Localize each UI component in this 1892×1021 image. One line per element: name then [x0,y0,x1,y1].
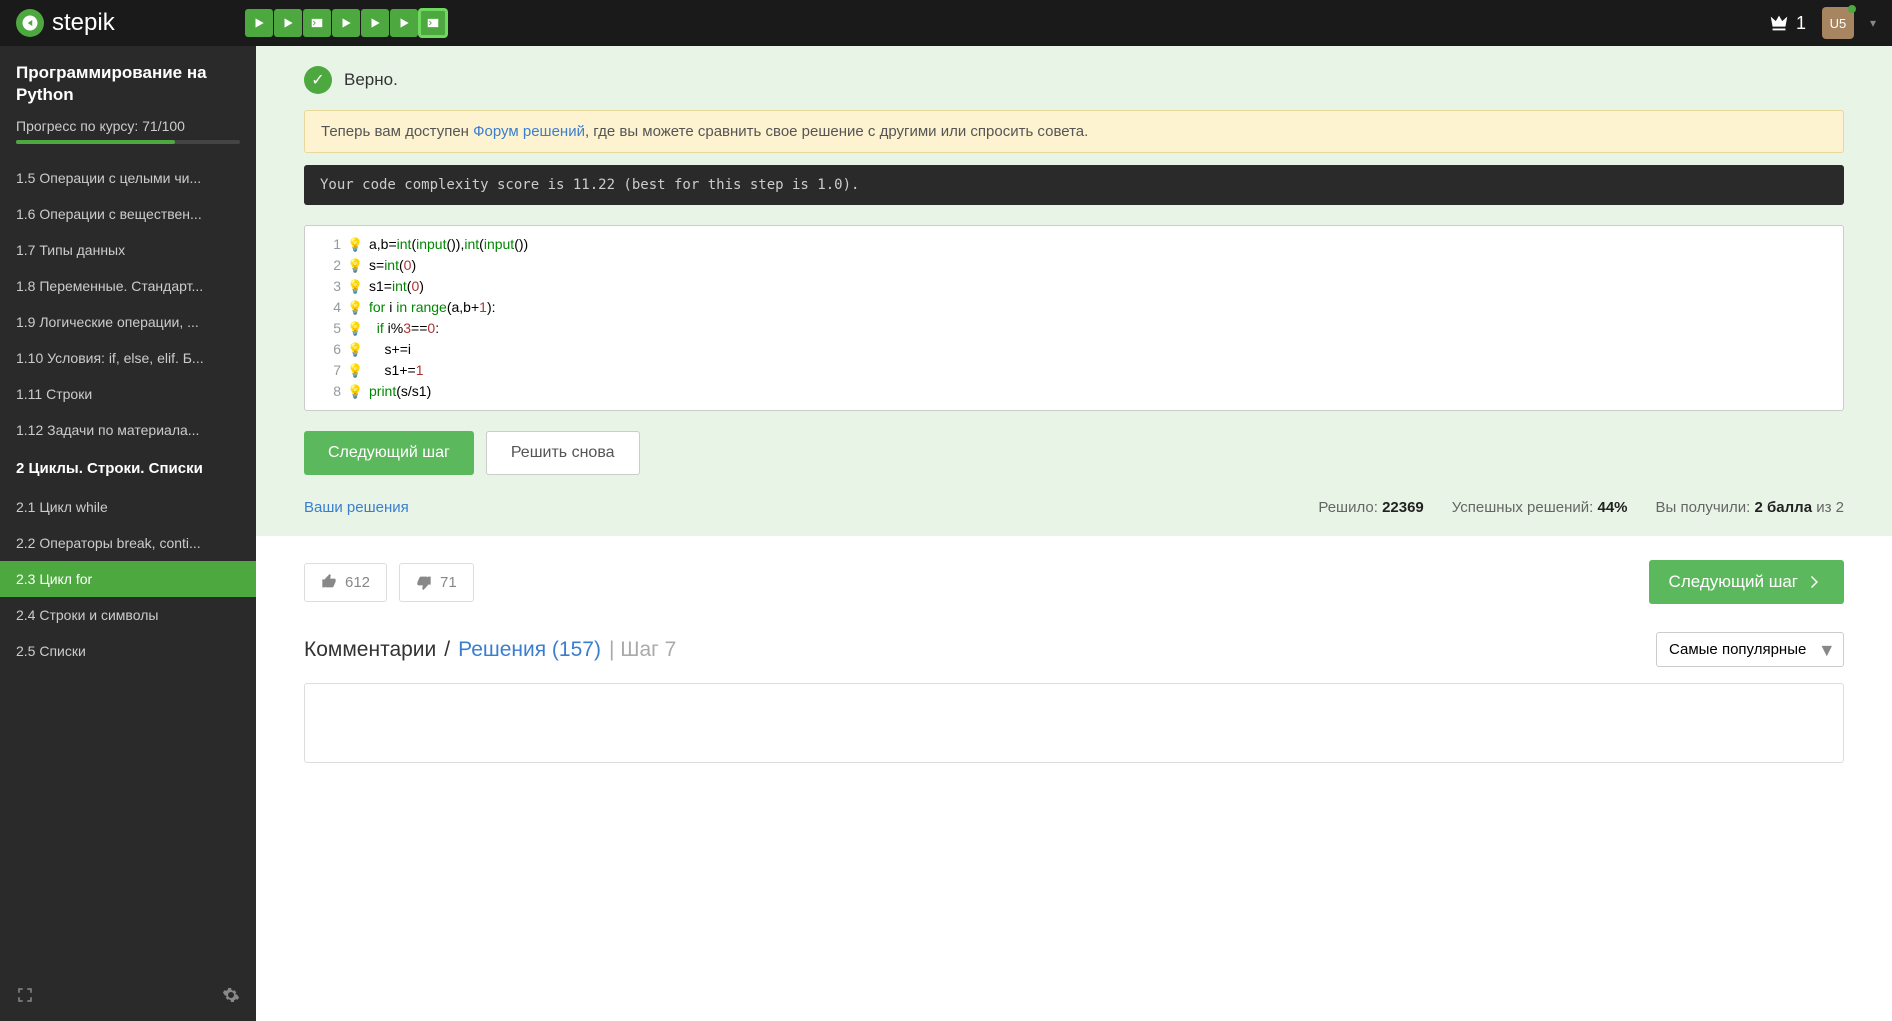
sort-wrap: Самые популярные [1656,632,1844,667]
code-line[interactable]: 3💡s1=int(0) [305,276,1843,297]
next-step-button[interactable]: Следующий шаг [304,431,474,475]
code-line[interactable]: 2💡s=int(0) [305,255,1843,276]
buttons-row: Следующий шаг Решить снова [304,431,1844,475]
step-tab-2[interactable] [274,9,302,37]
course-title: Программирование на Python [16,62,240,106]
upvote-count: 612 [345,574,370,591]
crown-icon [1768,12,1790,34]
logo-text: stepik [52,9,115,37]
sidebar-item[interactable]: 2.5 Списки [0,633,256,669]
progress-text: Прогресс по курсу: 71/100 [16,118,240,134]
chevron-right-icon [1806,573,1824,591]
crown-badge[interactable]: 1 [1768,12,1806,34]
gear-icon[interactable] [222,986,240,1009]
avatar-text: U5 [1830,16,1847,31]
top-header: stepik 1 U5 ▾ [0,0,1892,46]
step-tab-4[interactable] [332,9,360,37]
sort-select[interactable]: Самые популярные [1656,632,1844,667]
logo-icon [16,9,44,37]
sidebar-item[interactable]: 2.3 Цикл for [0,561,256,597]
sidebar-item[interactable]: 2.1 Цикл while [0,489,256,525]
progress-fill [16,140,175,144]
downvote-count: 71 [440,574,457,591]
comments-tab[interactable]: Комментарии [304,638,436,662]
stats-row: Ваши решения Решило: 22369 Успешных реше… [304,499,1844,516]
vote-row: 612 71 Следующий шаг [304,560,1844,604]
progress-bar [16,140,240,144]
thumbs-down-icon [416,574,432,590]
check-icon: ✓ [304,66,332,94]
sidebar-item[interactable]: 1.5 Операции с целыми чи... [0,160,256,196]
forum-link[interactable]: Форум решений [473,123,585,140]
sidebar-header: Программирование на Python Прогресс по к… [0,46,256,160]
step-tabs [245,9,447,37]
comments-header: Комментарии / Решения (157) | Шаг 7 Самы… [304,632,1844,667]
complexity-banner: Your code complexity score is 11.22 (bes… [304,165,1844,205]
sidebar: Программирование на Python Прогресс по к… [0,46,256,1021]
sidebar-item[interactable]: 1.7 Типы данных [0,232,256,268]
upvote-button[interactable]: 612 [304,563,387,602]
sidebar-item[interactable]: 1.9 Логические операции, ... [0,304,256,340]
step-tab-3[interactable] [303,9,331,37]
retry-button[interactable]: Решить снова [486,431,640,475]
sidebar-item[interactable]: 1.12 Задачи по материала... [0,412,256,448]
code-line[interactable]: 5💡 if i%3==0: [305,318,1843,339]
sidebar-item[interactable]: 2.2 Операторы break, conti... [0,525,256,561]
comment-input[interactable] [304,683,1844,763]
your-solutions-link[interactable]: Ваши решения [304,499,409,516]
code-editor[interactable]: 1💡a,b=int(input()),int(input())2💡s=int(0… [304,225,1844,411]
header-right: 1 U5 ▾ [1768,7,1876,39]
bottom-section: 612 71 Следующий шаг Комментарии / Решен… [256,536,1892,787]
status-row: ✓ Верно. [304,66,1844,94]
code-line[interactable]: 7💡 s1+=1 [305,360,1843,381]
code-line[interactable]: 8💡print(s/s1) [305,381,1843,402]
forum-prefix: Теперь вам доступен [321,123,473,140]
sidebar-item[interactable]: 1.10 Условия: if, else, elif. Б... [0,340,256,376]
next-step-bottom-button[interactable]: Следующий шаг [1649,560,1844,604]
solved-stat: Решило: 22369 [1318,499,1423,516]
chevron-down-icon[interactable]: ▾ [1870,16,1876,30]
forum-banner: Теперь вам доступен Форум решений, где в… [304,110,1844,153]
code-line[interactable]: 6💡 s+=i [305,339,1843,360]
thumbs-up-icon [321,574,337,590]
step-tab-1[interactable] [245,9,273,37]
step-tab-5[interactable] [361,9,389,37]
stats-right: Решило: 22369 Успешных решений: 44% Вы п… [1318,499,1844,516]
crown-count: 1 [1796,13,1806,34]
avatar[interactable]: U5 [1822,7,1854,39]
score-stat: Вы получили: 2 балла из 2 [1656,499,1844,516]
step-tab-6[interactable] [390,9,418,37]
sidebar-item[interactable]: 2.4 Строки и символы [0,597,256,633]
step-label: | Шаг 7 [609,638,676,662]
success-stat: Успешных решений: 44% [1452,499,1628,516]
main-content: ✓ Верно. Теперь вам доступен Форум решен… [256,46,1892,1021]
sidebar-footer [0,974,256,1021]
result-area: ✓ Верно. Теперь вам доступен Форум решен… [256,46,1892,536]
sidebar-item[interactable]: 1.6 Операции с веществен... [0,196,256,232]
forum-suffix: , где вы можете сравнить свое решение с … [585,123,1088,140]
sidebar-item[interactable]: 1.8 Переменные. Стандарт... [0,268,256,304]
status-text: Верно. [344,70,398,90]
solutions-tab[interactable]: Решения (157) [458,638,601,662]
fullscreen-icon[interactable] [16,986,34,1009]
nav-section-2[interactable]: 2 Циклы. Строки. Списки [0,448,256,489]
downvote-button[interactable]: 71 [399,563,474,602]
step-tab-7[interactable] [419,9,447,37]
code-line[interactable]: 4💡for i in range(a,b+1): [305,297,1843,318]
logo[interactable]: stepik [16,9,115,37]
sidebar-item[interactable]: 1.11 Строки [0,376,256,412]
code-line[interactable]: 1💡a,b=int(input()),int(input()) [305,234,1843,255]
